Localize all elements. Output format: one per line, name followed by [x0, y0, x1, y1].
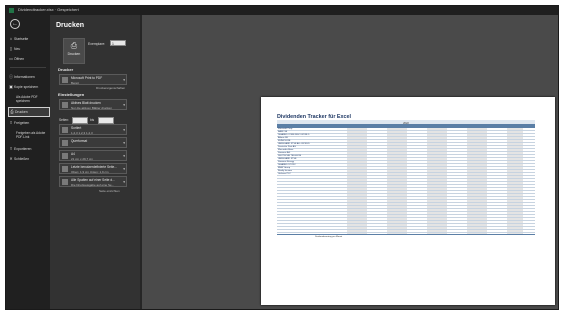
paper-icon — [62, 153, 68, 159]
printer-select[interactable]: Microsoft Print to PDF Bereit ▾ — [59, 74, 127, 85]
printer-icon: ⎙ — [70, 41, 78, 50]
row-label: Allianz SE — [278, 137, 288, 139]
paper-size-select[interactable]: A4 21 cm x 29,7 cm ▾ — [59, 150, 127, 161]
printer-section-label: Drucker — [58, 67, 74, 72]
row-label: BMW Group — [278, 167, 291, 169]
excel-logo-icon — [9, 8, 14, 13]
nav-save-copy[interactable]: ▣Kopie speichern — [8, 83, 48, 91]
preview-table: 2022 Microsoft Corp.BASF SEISHARES CORE … — [277, 120, 535, 234]
nav-print[interactable]: ⎙Drucken — [8, 107, 50, 117]
printer-device-icon — [62, 77, 68, 83]
page-title: Drucken — [56, 22, 85, 29]
row-label: ISHARES CORE MSCI WORLD — [278, 134, 310, 136]
backstage-nav: ← ⌂ Startseite ▯ Neu ▭Öffnen ⓘInformatione… — [6, 15, 50, 309]
row-label: Siemens Energy — [278, 161, 295, 163]
nav-share[interactable]: ⇧Freigeben — [8, 119, 48, 127]
chevron-down-icon: ▾ — [123, 78, 125, 82]
total-label: Dividendenertrag pro Monat — [315, 235, 343, 238]
row-label: ISHARES STOXX — [278, 164, 296, 166]
row-label: VANGUARD FTSE — [278, 158, 297, 160]
pages-label: Seiten: — [59, 118, 69, 122]
margins-select[interactable]: Letzte benutzerdefinierte Seite... Oben:… — [59, 163, 127, 174]
row-label: Realty Income — [278, 170, 292, 172]
nav-new[interactable]: ▯ Neu — [8, 45, 48, 53]
row-label: Mercedes-Benz — [278, 149, 294, 151]
nav-home[interactable]: ⌂ Startseite — [8, 35, 48, 43]
landscape-icon — [62, 140, 68, 146]
orientation-select[interactable]: Querformat ▾ — [59, 137, 127, 148]
chevron-down-icon: ▾ — [123, 128, 125, 132]
nav-open[interactable]: ▭Öffnen — [8, 55, 48, 63]
page-setup-link[interactable]: Seite einrichten — [99, 189, 120, 193]
title-bar: Dividendtracker.xlsx · Gespeichert — [6, 6, 558, 15]
nav-info[interactable]: ⓘInformationen — [8, 73, 48, 81]
pages-to-label: bis — [90, 118, 95, 122]
nav-share-pdf[interactable]: Freigeben als Adobe PDF-Link — [16, 131, 48, 139]
row-label: VANGUARD FTSE ALL-WORLD — [278, 143, 310, 145]
preview-page: Dividenden Tracker für Excel 2022 Micros… — [261, 97, 555, 305]
nav-export[interactable]: ⇪Exportieren — [8, 145, 48, 153]
nav-save-pdf[interactable]: Als Adobe PDF speichern — [16, 95, 48, 103]
row-label: Siemens AG — [278, 152, 291, 154]
total-row: Dividendenertrag pro Monat — [277, 234, 535, 239]
printer-properties-link[interactable]: Druckereigenschaften — [96, 86, 125, 90]
print-what-select[interactable]: Aktives Blatt drucken Nur die aktiven Bl… — [59, 99, 127, 110]
print-settings-panel: Drucken ⎙ Drucken Exemplare: 1 Drucker M… — [50, 15, 140, 309]
row-label: Deutsche Post AG — [278, 146, 296, 148]
collate-icon — [62, 127, 68, 133]
back-arrow-icon[interactable]: ← — [10, 19, 20, 29]
chevron-down-icon: ▾ — [123, 154, 125, 158]
row-label: MUNICH RE — [278, 140, 291, 142]
row-label: BASF SE — [278, 131, 288, 133]
chevron-down-icon: ▾ — [123, 180, 125, 184]
margins-icon — [62, 166, 68, 172]
window-title: Dividendtracker.xlsx · Gespeichert — [18, 7, 79, 12]
row-label: Unilever PLC — [278, 173, 291, 175]
collate-select[interactable]: Sortiert 1,2,3 1,2,3 1,2,3 ▾ — [59, 124, 127, 135]
chevron-down-icon: ▾ — [123, 103, 125, 107]
nav-divider — [10, 67, 46, 68]
nav-close[interactable]: ✕Schließen — [8, 155, 48, 163]
scaling-icon — [62, 179, 68, 185]
copies-label: Exemplare: — [88, 42, 106, 46]
row-label: Microsoft Corp. — [278, 128, 293, 130]
chevron-down-icon: ▾ — [123, 141, 125, 145]
chevron-down-icon: ▾ — [123, 167, 125, 171]
table-row — [277, 230, 535, 233]
scaling-select[interactable]: Alle Spalten auf einer Seite d... Die Dr… — [59, 176, 127, 187]
print-button[interactable]: ⎙ Drucken — [63, 38, 85, 64]
copies-input[interactable]: 1 — [110, 40, 126, 46]
settings-section-label: Einstellungen — [58, 92, 85, 97]
sheet-icon — [62, 102, 68, 108]
pages-from-input[interactable] — [72, 117, 88, 124]
pages-to-input[interactable] — [98, 117, 114, 124]
row-label: DEUTSCHE TELEKOM — [278, 155, 302, 157]
